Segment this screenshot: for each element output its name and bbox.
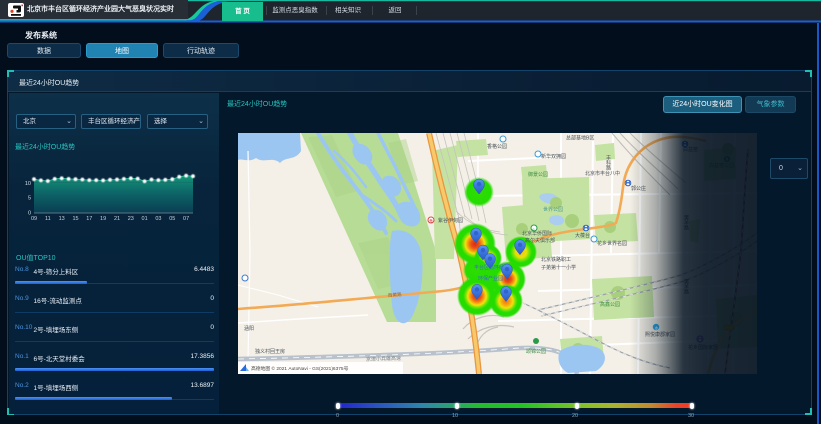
svg-text:11: 11 xyxy=(45,216,51,222)
svg-text:新华双拥园: 新华双拥园 xyxy=(541,153,566,160)
svg-text:03: 03 xyxy=(155,216,161,222)
svg-text:御景公园: 御景公园 xyxy=(528,171,548,178)
svg-text:丰科路: 丰科路 xyxy=(605,154,611,171)
svg-text:北京华侨国际: 北京华侨国际 xyxy=(522,230,552,237)
svg-text:05: 05 xyxy=(169,216,175,222)
svg-text:环保产业园: 环保产业园 xyxy=(478,275,503,282)
svg-text:09: 09 xyxy=(31,216,37,222)
svg-text:世界公园: 世界公园 xyxy=(543,206,563,213)
svg-text:高尔夫俱乐部: 高尔夫俱乐部 xyxy=(525,237,555,244)
svg-text:15: 15 xyxy=(72,216,78,222)
svg-text:食: 食 xyxy=(429,218,433,224)
svg-text:19: 19 xyxy=(100,216,106,222)
svg-text:23: 23 xyxy=(128,216,134,222)
svg-text:07: 07 xyxy=(183,216,189,222)
svg-text:17: 17 xyxy=(86,216,92,222)
svg-text:独义村回王房: 独义村回王房 xyxy=(255,348,285,355)
svg-text:颂锦公园: 颂锦公园 xyxy=(526,348,546,355)
svg-text:21: 21 xyxy=(114,216,120,222)
svg-text:高德地图 © 2021 AutoNavi - GS(2021: 高德地图 © 2021 AutoNavi - GS(2021)6375号 xyxy=(251,365,349,372)
svg-text:高鑫公园: 高鑫公园 xyxy=(600,301,620,308)
svg-text:大葆台: 大葆台 xyxy=(575,232,590,239)
svg-text:京津小兵雄高速: 京津小兵雄高速 xyxy=(366,355,401,363)
svg-text:北京市丰台八中: 北京市丰台八中 xyxy=(585,170,620,177)
svg-text:涵阳: 涵阳 xyxy=(244,325,254,332)
svg-text:13: 13 xyxy=(59,216,65,222)
svg-text:香格公园: 香格公园 xyxy=(487,143,507,150)
svg-text:10: 10 xyxy=(25,181,31,187)
svg-text:北京铁路职工: 北京铁路职工 xyxy=(541,256,571,263)
svg-text:子弟第十一小学: 子弟第十一小学 xyxy=(541,264,576,271)
svg-text:01: 01 xyxy=(142,216,148,222)
svg-text:5: 5 xyxy=(28,196,31,202)
svg-text:总部基地B区: 总部基地B区 xyxy=(566,135,594,142)
svg-text:紫谷伊甸园: 紫谷伊甸园 xyxy=(438,217,463,224)
svg-text:花乡世界名园: 花乡世界名园 xyxy=(597,240,627,247)
